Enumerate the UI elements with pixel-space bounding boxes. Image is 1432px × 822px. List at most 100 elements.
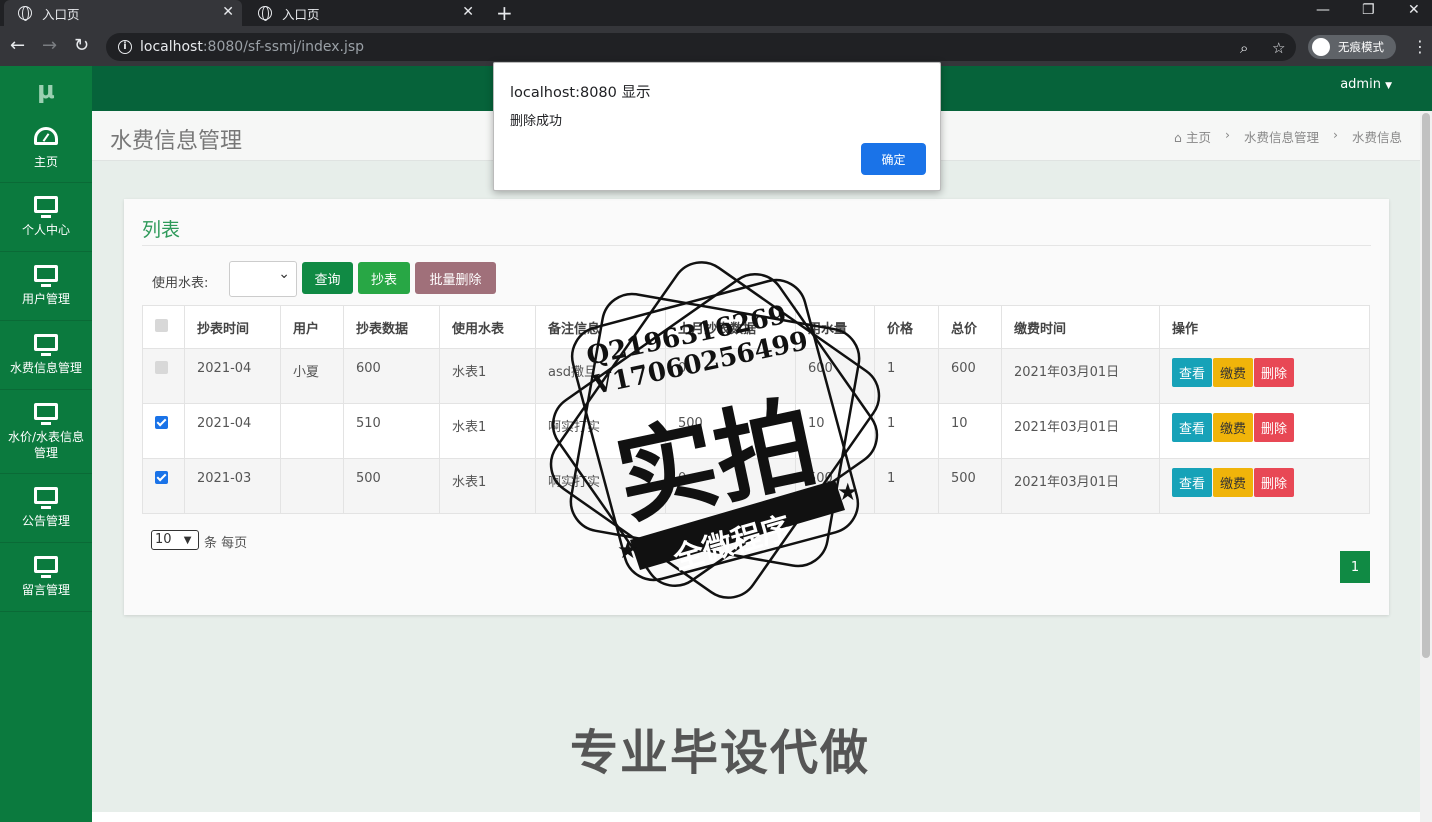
breadcrumb-item[interactable]: 水费信息管理 (1244, 127, 1319, 146)
zoom-icon[interactable]: ⌕ (1240, 39, 1248, 57)
sidebar: μ 主页 个人中心 用户管理 水费信息管理 水价/水表信息管理 公告管理 留言管… (0, 66, 92, 822)
actions-cell: 查看 缴费 删除 (1159, 458, 1370, 514)
sidebar-item-label: 留言管理 (21, 583, 70, 597)
minimize-icon[interactable]: — (1316, 2, 1330, 18)
incognito-label: 无痕模式 (1338, 40, 1384, 54)
sidebar-item-messages[interactable]: 留言管理 (0, 543, 92, 612)
meter-filter-label: 使用水表: (152, 276, 209, 291)
sidebar-item-label: 水价/水表信息管理 (7, 429, 85, 460)
monitor-icon (34, 196, 58, 218)
pay-button[interactable]: 缴费 (1213, 413, 1254, 442)
page-size-value: 10 (155, 532, 172, 547)
dialog-ok-button[interactable]: 确定 (861, 143, 926, 175)
page-size-select[interactable]: 10 ▼ (151, 530, 199, 550)
bookmark-star-icon[interactable]: ☆ (1272, 39, 1285, 57)
restore-icon[interactable]: ❐ (1362, 2, 1375, 18)
username: admin (1340, 77, 1381, 92)
scrollbar-thumb[interactable] (1422, 113, 1430, 658)
cell: 小夏 (280, 348, 344, 404)
view-button[interactable]: 查看 (1172, 358, 1213, 387)
url-host: localhost (140, 39, 203, 55)
back-icon[interactable]: ← (10, 35, 25, 56)
cell: 水表1 (439, 403, 536, 459)
close-window-icon[interactable]: ✕ (1408, 2, 1420, 18)
row-checkbox[interactable] (155, 416, 168, 429)
monitor-icon (34, 402, 58, 425)
cell: 600 (938, 348, 1002, 404)
sidebar-item-label: 个人中心 (21, 223, 70, 237)
row-select-cell (142, 403, 185, 459)
page-number-button[interactable]: 1 (1340, 551, 1370, 583)
view-button[interactable]: 查看 (1172, 413, 1213, 442)
browser-tab[interactable]: 入口页 ✕ (244, 0, 482, 26)
actions-cell: 查看 缴费 删除 (1159, 403, 1370, 459)
view-button[interactable]: 查看 (1172, 468, 1213, 497)
reload-icon[interactable]: ↻ (74, 35, 89, 56)
cell: 水表1 (439, 348, 536, 404)
cell: 10 (938, 403, 1002, 459)
page-scrollbar[interactable] (1420, 111, 1432, 822)
cell: 2021-03 (184, 458, 281, 514)
pay-button[interactable]: 缴费 (1213, 468, 1254, 497)
watermark-promo: 专业毕设代做 (570, 725, 871, 781)
monitor-icon (34, 265, 58, 287)
dashboard-icon (34, 126, 58, 145)
incognito-icon (1312, 38, 1330, 56)
panel-title: 列表 (142, 219, 181, 241)
user-menu[interactable]: admin ▼ (1340, 77, 1392, 92)
globe-icon (258, 6, 272, 21)
cell: 水表1 (439, 458, 536, 514)
browser-tab-active[interactable]: 入口页 ✕ (4, 0, 242, 26)
batch-delete-button[interactable]: 批量删除 (415, 262, 496, 294)
column-header: 抄表时间 (184, 305, 281, 349)
column-header: 用户 (280, 305, 344, 349)
sidebar-item-price-meter[interactable]: 水价/水表信息管理 (0, 390, 92, 474)
address-bar[interactable]: i localhost:8080/sf-ssmj/index.jsp (106, 33, 1296, 61)
sidebar-item-label: 水费信息管理 (9, 361, 82, 375)
cell: 500 (343, 458, 440, 514)
delete-button[interactable]: 删除 (1254, 358, 1295, 387)
forward-icon[interactable]: → (42, 35, 57, 56)
column-header: 总价 (938, 305, 1002, 349)
cell: 2021年03月01日 (1001, 458, 1160, 514)
cell: 600 (343, 348, 440, 404)
query-button[interactable]: 查询 (302, 262, 353, 294)
incognito-badge[interactable]: 无痕模式 (1308, 35, 1396, 59)
delete-button[interactable]: 删除 (1254, 413, 1295, 442)
url-path: :8080/sf-ssmj/index.jsp (202, 39, 365, 55)
sidebar-item-label: 用户管理 (21, 292, 70, 306)
breadcrumb-home[interactable]: ⌂ 主页 (1174, 127, 1211, 146)
site-info-icon[interactable]: i (118, 40, 132, 54)
chevron-down-icon: ▼ (183, 535, 192, 546)
select-all-checkbox[interactable] (155, 318, 168, 332)
meter-reading-button[interactable]: 抄表 (358, 262, 410, 294)
sidebar-item-users[interactable]: 用户管理 (0, 252, 92, 321)
page-bottom (92, 812, 1420, 822)
row-checkbox[interactable] (155, 361, 168, 374)
cell (280, 403, 344, 459)
browser-menu-icon[interactable]: ⋮ (1412, 37, 1428, 56)
sidebar-item-notices[interactable]: 公告管理 (0, 474, 92, 543)
sidebar-item-profile[interactable]: 个人中心 (0, 183, 92, 252)
cell (280, 458, 344, 514)
cell: 510 (343, 403, 440, 459)
sidebar-item-water-fee[interactable]: 水费信息管理 (0, 321, 92, 390)
new-tab-icon[interactable]: + (496, 1, 513, 25)
sidebar-item-label: 主页 (33, 154, 58, 169)
pay-button[interactable]: 缴费 (1213, 358, 1254, 387)
column-header: 操作 (1159, 305, 1370, 349)
delete-button[interactable]: 删除 (1254, 468, 1295, 497)
close-tab-icon[interactable]: ✕ (222, 4, 234, 20)
meter-filter-select[interactable] (229, 261, 297, 297)
monitor-icon (34, 334, 58, 356)
star-icon: ★ (617, 536, 639, 564)
alert-dialog: localhost:8080 显示 删除成功 确定 (493, 62, 941, 191)
sidebar-item-home[interactable]: 主页 (0, 114, 92, 183)
column-header: 抄表数据 (343, 305, 440, 349)
watermark-stamp: Q2196316269 V17060256499 实拍 全微程序 ★ ★ (549, 261, 881, 599)
sidebar-item-label: 公告管理 (21, 514, 70, 528)
row-checkbox[interactable] (155, 471, 168, 484)
close-tab-icon[interactable]: ✕ (462, 4, 474, 20)
page-size-suffix: 条 每页 (204, 536, 248, 551)
column-header: 缴费时间 (1001, 305, 1160, 349)
